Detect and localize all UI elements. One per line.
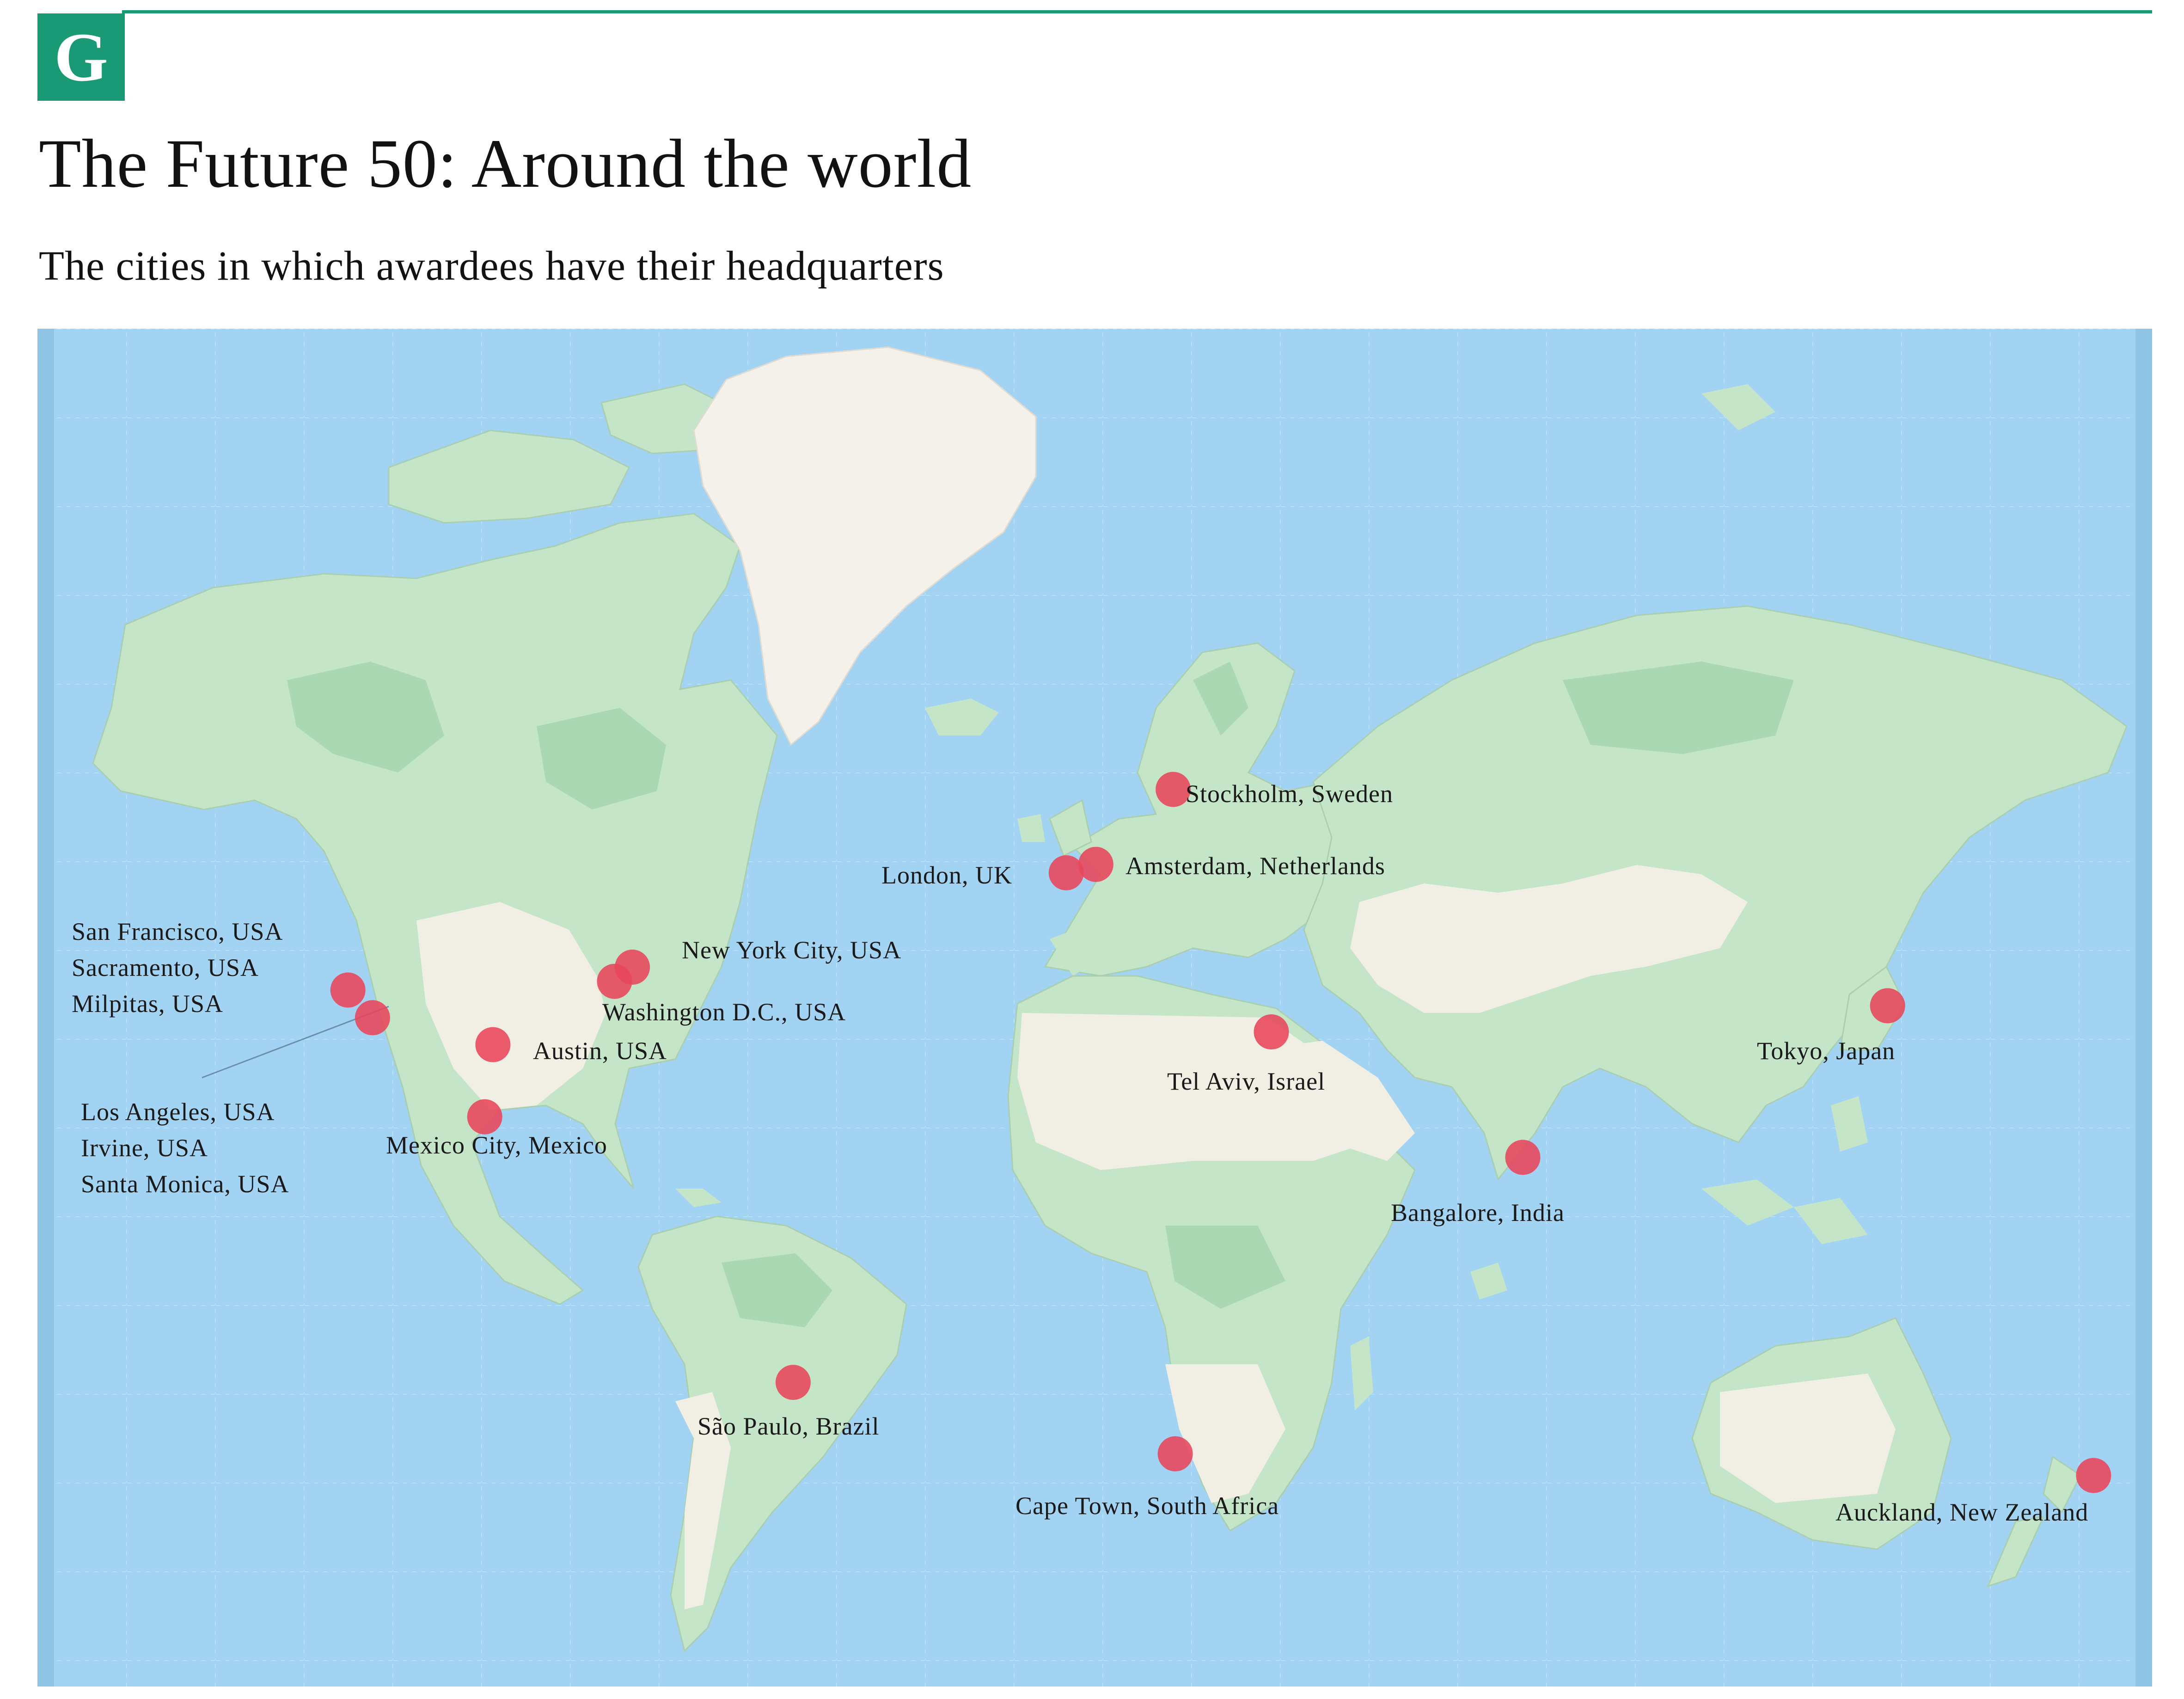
top-rule <box>122 10 2152 13</box>
label-amsterdam: Amsterdam, Netherlands <box>1126 852 1385 880</box>
city-marker-bangalore[interactable] <box>1505 1140 1541 1175</box>
city-marker-nyc[interactable] <box>615 950 650 985</box>
page-title: The Future 50: Around the world <box>39 125 972 202</box>
label-auckland: Auckland, New Zealand <box>1835 1498 2088 1526</box>
map-edge-right <box>2135 329 2152 1687</box>
label-milpitas: Milpitas, USA <box>72 990 223 1018</box>
city-marker-tokyo[interactable] <box>1870 988 1905 1024</box>
label-santa-monica: Santa Monica, USA <box>81 1170 289 1198</box>
label-bangalore: Bangalore, India <box>1391 1199 1565 1227</box>
world-map-svg: San Francisco, USA Sacramento, USA Milpi… <box>37 329 2152 1687</box>
label-new-york: New York City, USA <box>682 936 901 964</box>
label-washington-dc: Washington D.C., USA <box>602 998 846 1026</box>
label-austin: Austin, USA <box>533 1037 667 1065</box>
world-map[interactable]: San Francisco, USA Sacramento, USA Milpi… <box>37 329 2152 1687</box>
label-sao-paulo: São Paulo, Brazil <box>697 1412 879 1440</box>
label-stockholm: Stockholm, Sweden <box>1186 780 1393 808</box>
brand-logo: G <box>37 13 125 101</box>
label-london: London, UK <box>881 861 1012 889</box>
city-marker-california[interactable] <box>330 972 366 1008</box>
label-cape-town: Cape Town, South Africa <box>1016 1492 1279 1520</box>
city-marker-austin[interactable] <box>475 1027 511 1062</box>
city-marker-capetown[interactable] <box>1157 1436 1193 1472</box>
city-marker-amsterdam[interactable] <box>1078 846 1113 882</box>
city-marker-socal[interactable] <box>355 1000 390 1036</box>
map-edge-left <box>37 329 54 1687</box>
city-marker-mexico[interactable] <box>467 1099 502 1135</box>
label-los-angeles: Los Angeles, USA <box>81 1098 275 1126</box>
label-tokyo: Tokyo, Japan <box>1757 1037 1895 1065</box>
label-irvine: Irvine, USA <box>81 1134 208 1162</box>
city-marker-london[interactable] <box>1048 855 1084 890</box>
label-sacramento: Sacramento, USA <box>72 954 259 981</box>
city-marker-telaviv[interactable] <box>1254 1014 1289 1049</box>
city-marker-saopaulo[interactable] <box>775 1365 811 1400</box>
city-marker-auckland[interactable] <box>2076 1458 2111 1493</box>
brand-logo-letter: G <box>54 18 108 96</box>
label-mexico-city: Mexico City, Mexico <box>386 1131 607 1159</box>
label-san-francisco: San Francisco, USA <box>72 918 283 945</box>
label-tel-aviv: Tel Aviv, Israel <box>1167 1067 1325 1095</box>
page-subtitle: The cities in which awardees have their … <box>39 243 944 289</box>
